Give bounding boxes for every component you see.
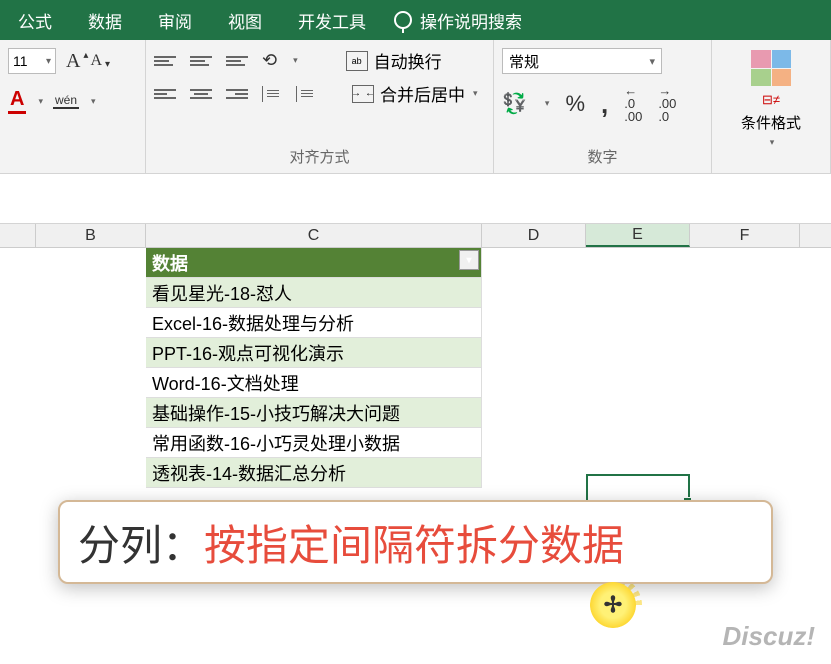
font-group: 11 A A A ▾ wén ▾ [0,40,146,173]
table-row[interactable]: 常用函数-16-小巧灵处理小数据 [146,428,482,458]
dropdown-icon: ▾ [770,137,775,148]
column-headers: B C D E F [0,224,831,248]
tab-developer[interactable]: 开发工具 [280,0,384,40]
formula-bar[interactable] [0,174,831,224]
dropdown-icon[interactable]: ▾ [473,88,478,99]
tab-view[interactable]: 视图 [210,0,280,40]
ribbon-content: 11 A A A ▾ wén ▾ ⟲ ▾ ab 自动换行 [0,40,831,174]
not-equal-icon: ⊟≠ [762,92,780,108]
increase-indent-icon[interactable] [296,86,316,102]
decrease-font-icon[interactable]: A [90,52,102,70]
group-label [8,165,137,169]
dropdown-icon[interactable]: ▾ [545,98,550,109]
align-center-icon[interactable] [190,85,212,103]
decrease-indent-icon[interactable] [262,86,282,102]
align-left-icon[interactable] [154,85,176,103]
tab-review[interactable]: 审阅 [140,0,210,40]
table-row[interactable]: Excel-16-数据处理与分析 [146,308,482,338]
tellme-label: 操作说明搜索 [420,8,522,33]
tab-formula[interactable]: 公式 [0,0,70,40]
callout-label: 分列： [78,512,204,573]
percent-icon[interactable]: % [565,91,585,117]
col-header-c[interactable]: C [146,224,482,247]
styles-group: ⊟≠ 条件格式 ▾ [712,40,831,173]
font-size-select[interactable]: 11 [8,48,56,74]
tellme-search[interactable]: 操作说明搜索 [384,8,522,33]
currency-icon[interactable]: 💱 [502,91,527,116]
conditional-format-icon [751,50,791,86]
dropdown-icon[interactable]: ▾ [91,96,96,107]
table-header-cell[interactable]: 数据 ▾ [146,248,482,278]
annotation-callout: 分列： 按指定间隔符拆分数据 [58,500,773,584]
table-row[interactable]: 透视表-14-数据汇总分析 [146,458,482,488]
align-right-icon[interactable] [226,85,248,103]
ribbon-tabs: 公式 数据 审阅 视图 开发工具 操作说明搜索 [0,0,831,40]
cursor-icon: ✢ [604,592,622,618]
merge-icon [352,85,374,103]
number-format-select[interactable]: 常规 [502,48,662,74]
increase-decimal-icon[interactable]: ←.0.00 [624,84,642,123]
orientation-icon[interactable]: ⟲ [262,50,277,71]
col-header-f[interactable]: F [690,224,800,247]
wrap-text-icon: ab [346,51,368,71]
align-top-icon[interactable] [154,52,176,70]
spreadsheet-grid: B C D E F 数据 ▾ 看见星光-18-怼人 Excel-16-数据处理与… [0,224,831,248]
col-header-d[interactable]: D [482,224,586,247]
conditional-format-button[interactable]: ⊟≠ 条件格式 ▾ [716,44,826,148]
phonetic-guide-button[interactable]: wén [53,93,79,109]
merge-center-button[interactable]: 合并后居中 ▾ [352,81,478,106]
tab-data[interactable]: 数据 [70,0,140,40]
watermark: Discuz! [723,621,815,652]
group-label: 数字 [502,144,703,169]
dropdown-icon[interactable]: ▾ [293,55,298,66]
col-header-e[interactable]: E [586,224,690,247]
group-label: 对齐方式 [154,144,485,169]
callout-text: 按指定间隔符拆分数据 [204,512,624,573]
col-header-b[interactable]: B [36,224,146,247]
font-color-button[interactable]: A [8,88,26,114]
filter-dropdown-button[interactable]: ▾ [459,250,479,270]
align-bottom-icon[interactable] [226,52,248,70]
alignment-group: ⟲▾ ab 自动换行 合并后居中 ▾ 对 [146,40,494,173]
align-middle-icon[interactable] [190,52,212,70]
col-header-corner[interactable] [0,224,36,247]
table-row[interactable]: PPT-16-观点可视化演示 [146,338,482,368]
table-row[interactable]: 看见星光-18-怼人 [146,278,482,308]
wrap-text-button[interactable]: ab 自动换行 [346,48,442,73]
number-group: 常规 💱 ▾ % , ←.0.00 →.00.0 数字 [494,40,712,173]
decrease-decimal-icon[interactable]: →.00.0 [658,84,676,123]
dropdown-icon[interactable]: ▾ [38,96,43,107]
cursor-highlight: ✢ [590,582,636,628]
table-row[interactable]: 基础操作-15-小技巧解决大问题 [146,398,482,428]
table-row[interactable]: Word-16-文档处理 [146,368,482,398]
comma-icon[interactable]: , [601,98,608,110]
increase-font-icon[interactable]: A [66,50,80,73]
lightbulb-icon [394,11,412,29]
